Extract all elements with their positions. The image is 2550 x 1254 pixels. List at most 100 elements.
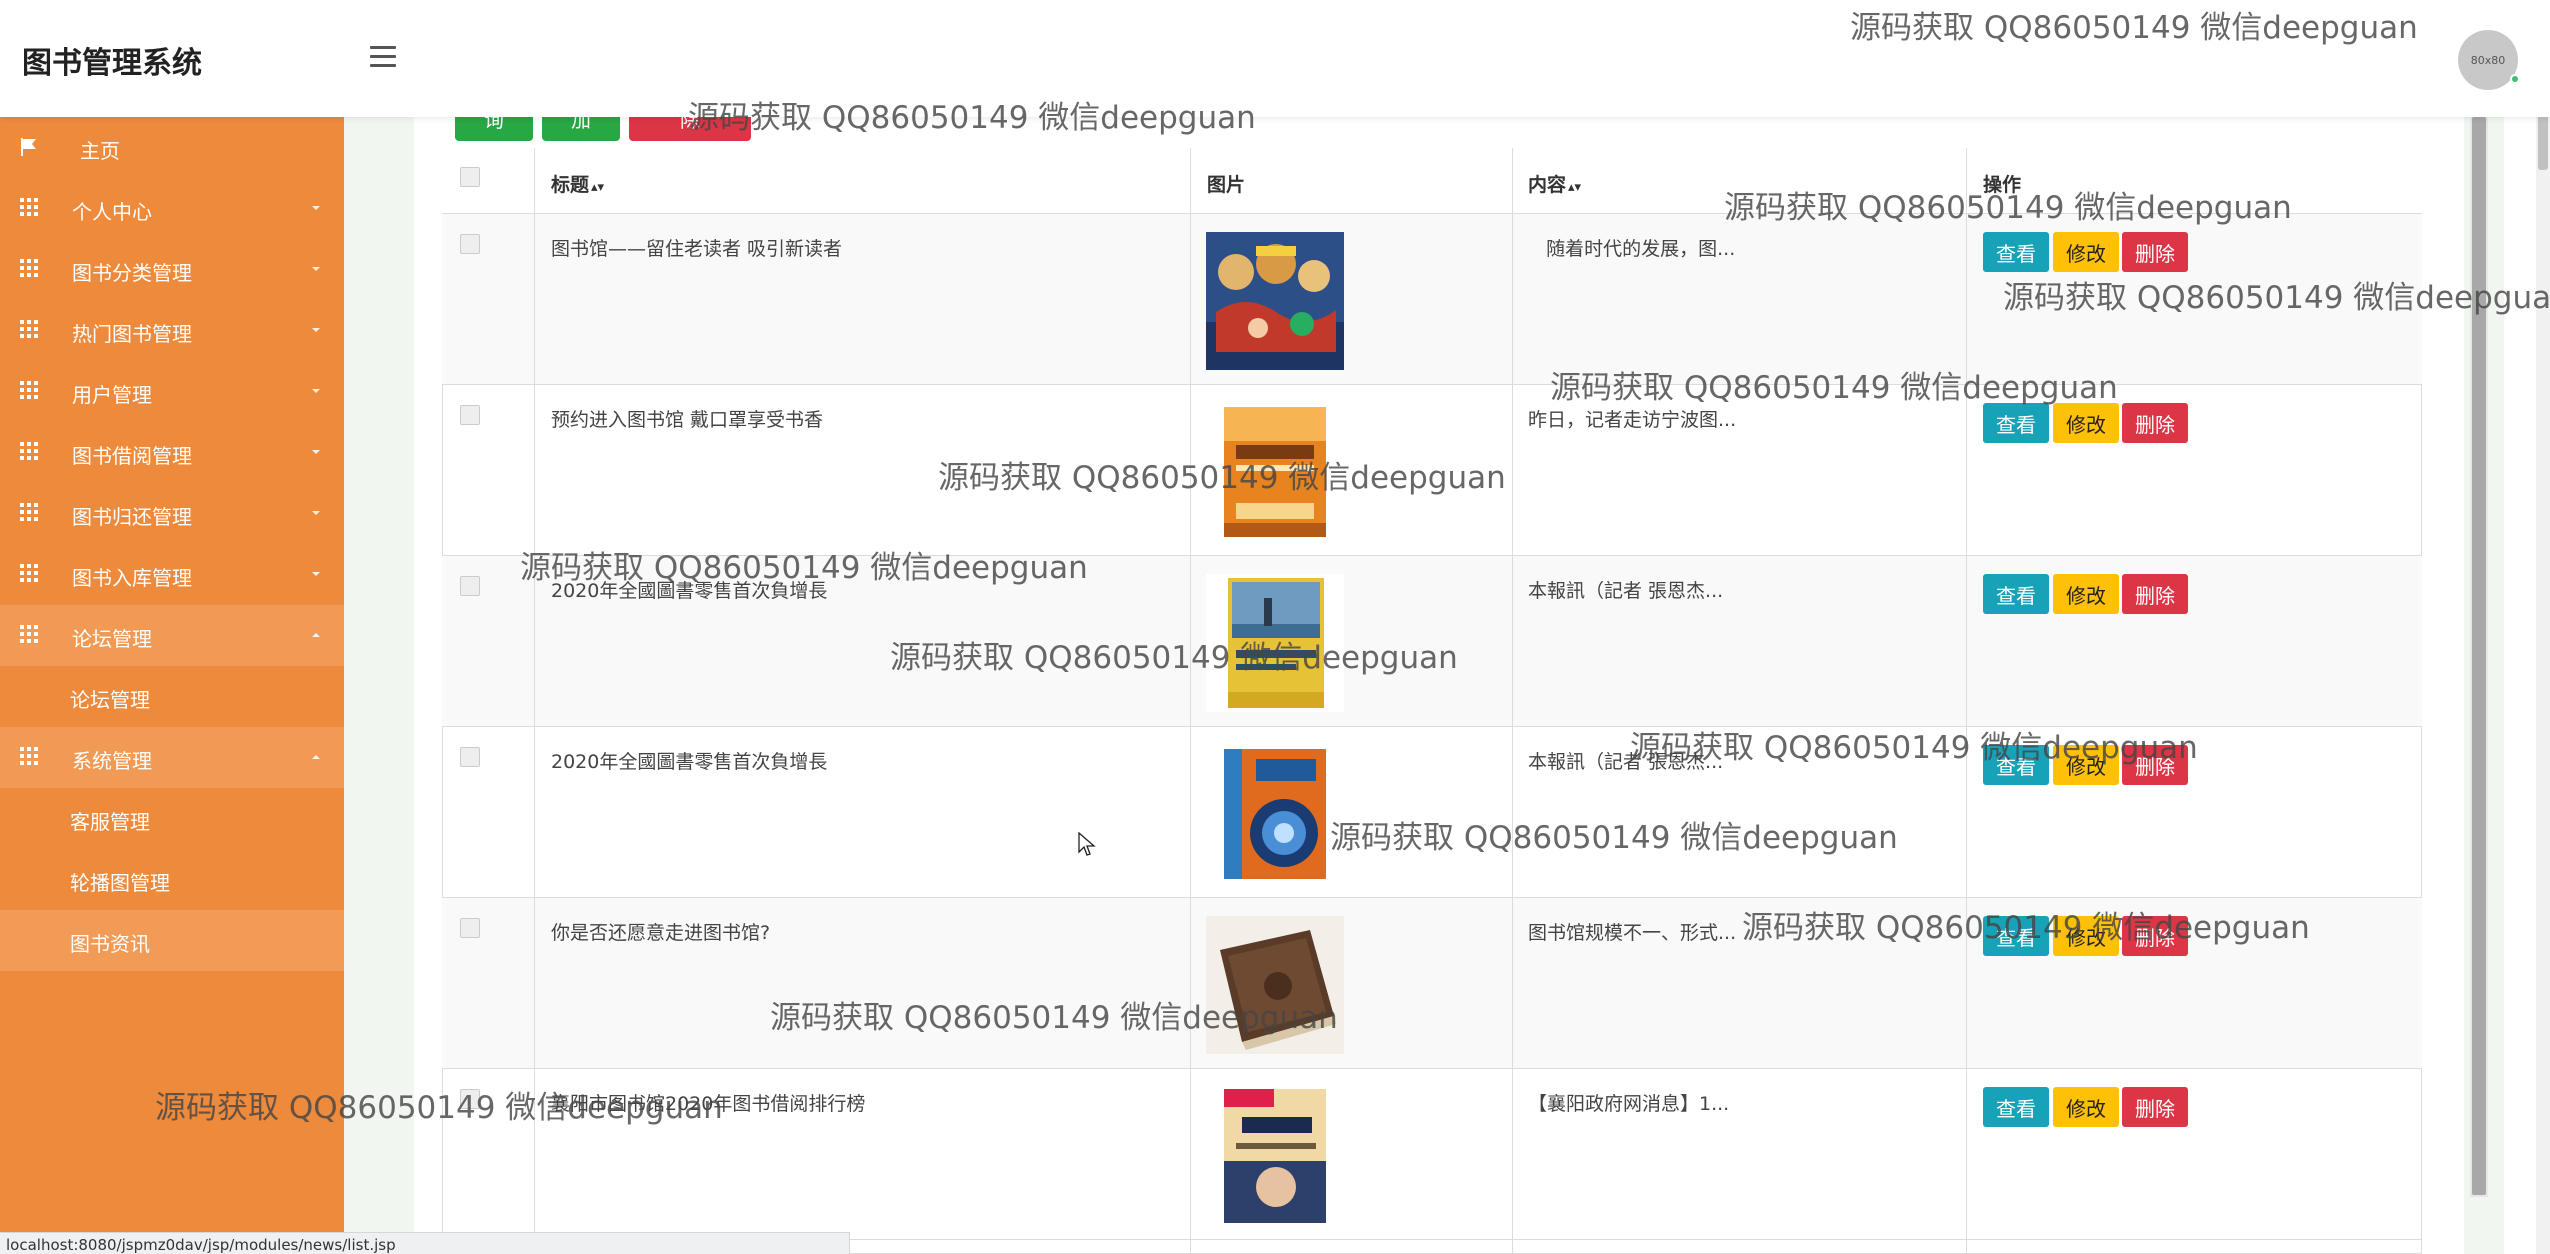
edit-button[interactable]: 修改 xyxy=(2053,232,2119,272)
news-thumbnail xyxy=(1206,574,1344,712)
news-title: 2020年全國圖書零售首次負增長 xyxy=(551,751,828,773)
edit-button[interactable]: 修改 xyxy=(2053,1087,2119,1127)
edit-button[interactable]: 修改 xyxy=(2053,916,2119,956)
sidebar-item-home[interactable]: 主页 xyxy=(0,117,344,178)
column-divider xyxy=(1512,148,1513,1254)
view-button[interactable]: 查看 xyxy=(1983,745,2049,785)
page-scrollbar-track[interactable] xyxy=(2536,0,2550,1254)
sidebar-item-label: 热门图书管理 xyxy=(72,322,192,346)
delete-button[interactable]: 删除 xyxy=(2122,574,2188,614)
sidebar-item-stock-in[interactable]: 图书入库管理 xyxy=(0,544,344,605)
news-title: 2020年全國圖書零售首次負增長 xyxy=(551,580,828,602)
news-title: 预约进入图书馆 戴口罩享受书香 xyxy=(551,409,824,431)
caret-down-icon xyxy=(312,206,320,210)
sidebar-item-borrowing[interactable]: 图书借阅管理 xyxy=(0,422,344,483)
view-button[interactable]: 查看 xyxy=(1983,1087,2049,1127)
column-header-title[interactable]: 标题 ▴▾ xyxy=(551,170,604,197)
column-header-actions: 操作 xyxy=(1983,174,2022,196)
row-checkbox[interactable] xyxy=(460,405,480,425)
news-content: 本報訊（記者 張恩杰... xyxy=(1528,751,1724,773)
sidebar-subitem-customer-service[interactable]: 客服管理 xyxy=(0,788,344,849)
row-checkbox[interactable] xyxy=(460,234,480,254)
row-checkbox[interactable] xyxy=(460,918,480,938)
grid-icon xyxy=(20,747,38,765)
sidebar-item-label: 用户管理 xyxy=(72,383,152,407)
sidebar-item-label: 客服管理 xyxy=(70,810,150,834)
view-button[interactable]: 查看 xyxy=(1983,232,2049,272)
sidebar-subitem-forum[interactable]: 论坛管理 xyxy=(0,666,344,727)
delete-button[interactable]: 删除 xyxy=(2122,745,2188,785)
news-thumbnail xyxy=(1206,916,1344,1054)
sidebar-item-returns[interactable]: 图书归还管理 xyxy=(0,483,344,544)
caret-down-icon xyxy=(312,450,320,454)
sidebar-item-book-category[interactable]: 图书分类管理 xyxy=(0,239,344,300)
row-checkbox[interactable] xyxy=(460,1089,480,1109)
news-content: 昨日，记者走访宁波图... xyxy=(1528,409,1737,431)
delete-button[interactable]: 删除 xyxy=(2122,1087,2188,1127)
sidebar-item-label: 主页 xyxy=(80,139,120,163)
grid-icon xyxy=(20,198,38,216)
view-button[interactable]: 查看 xyxy=(1983,403,2049,443)
news-thumbnail xyxy=(1206,403,1344,541)
sidebar-item-users[interactable]: 用户管理 xyxy=(0,361,344,422)
sidebar-subitem-book-news[interactable]: 图书资讯 xyxy=(0,910,344,971)
delete-button[interactable]: 删除 xyxy=(2122,916,2188,956)
sidebar-item-hot-books[interactable]: 热门图书管理 xyxy=(0,300,344,361)
grid-icon xyxy=(20,320,38,338)
news-title: 图书馆——留住老读者 吸引新读者 xyxy=(551,238,843,260)
caret-down-icon xyxy=(312,511,320,515)
column-divider xyxy=(1190,148,1191,1254)
news-content: 随着时代的发展，图... xyxy=(1546,238,1736,260)
sidebar-item-label: 图书资讯 xyxy=(70,932,150,956)
table-header: 标题 ▴▾ 图片 内容 ▴▾ 操作 xyxy=(442,148,2422,214)
view-button[interactable]: 查看 xyxy=(1983,916,2049,956)
view-button[interactable]: 查看 xyxy=(1983,574,2049,614)
select-all-checkbox[interactable] xyxy=(460,167,480,187)
sidebar-item-label: 系统管理 xyxy=(72,749,152,773)
column-divider xyxy=(1966,148,1967,1254)
edit-button[interactable]: 修改 xyxy=(2053,745,2119,785)
sidebar-item-label: 图书借阅管理 xyxy=(72,444,192,468)
sidebar-item-label: 论坛管理 xyxy=(72,627,152,651)
sidebar-item-forum[interactable]: 论坛管理 xyxy=(0,605,344,666)
online-status-icon xyxy=(2510,74,2520,84)
sidebar-subitem-carousel[interactable]: 轮播图管理 xyxy=(0,849,344,910)
row-checkbox[interactable] xyxy=(460,576,480,596)
grid-icon xyxy=(20,381,38,399)
news-content: 【襄阳政府网消息】1... xyxy=(1528,1093,1730,1115)
top-header: 图书管理系统 80x80 xyxy=(0,0,2550,117)
edit-button[interactable]: 修改 xyxy=(2053,574,2119,614)
news-content: 本報訊（記者 張恩杰... xyxy=(1528,580,1724,602)
sidebar-item-label: 图书分类管理 xyxy=(72,261,192,285)
caret-down-icon xyxy=(312,389,320,393)
mouse-cursor-icon xyxy=(1078,832,1096,856)
column-header-image: 图片 xyxy=(1207,174,1246,196)
edit-button[interactable]: 修改 xyxy=(2053,403,2119,443)
news-title: 襄阳市图书馆2020年图书借阅排行榜 xyxy=(551,1093,866,1115)
row-checkbox[interactable] xyxy=(460,747,480,767)
caret-down-icon xyxy=(312,267,320,271)
sidebar-item-profile[interactable]: 个人中心 xyxy=(0,178,344,239)
delete-button[interactable]: 删除 xyxy=(2122,232,2188,272)
app-title: 图书管理系统 xyxy=(22,46,202,81)
caret-up-icon xyxy=(312,633,320,637)
status-bar-url: localhost:8080/jspmz0dav/jsp/modules/new… xyxy=(0,1232,850,1254)
caret-up-icon xyxy=(312,755,320,759)
sidebar: 主页 个人中心 图书分类管理 热门图书管理 用户管理 图书借阅管理 图书归还管理… xyxy=(0,117,344,1254)
sort-icon: ▴▾ xyxy=(1568,180,1582,195)
sidebar-item-label: 轮播图管理 xyxy=(70,871,170,895)
news-thumbnail xyxy=(1206,745,1344,883)
grid-icon xyxy=(20,259,38,277)
sidebar-item-label: 图书入库管理 xyxy=(72,566,192,590)
grid-icon xyxy=(20,564,38,582)
delete-button[interactable]: 删除 xyxy=(2122,403,2188,443)
sidebar-item-label: 论坛管理 xyxy=(70,688,150,712)
content-scrollbar-thumb[interactable] xyxy=(2472,117,2486,1195)
news-thumbnail xyxy=(1206,232,1344,370)
column-header-content[interactable]: 内容 ▴▾ xyxy=(1528,170,1581,197)
flag-icon xyxy=(21,138,36,156)
menu-toggle-icon[interactable] xyxy=(370,46,396,68)
column-divider xyxy=(534,148,535,1254)
sidebar-item-system[interactable]: 系统管理 xyxy=(0,727,344,788)
avatar[interactable]: 80x80 xyxy=(2458,30,2518,90)
